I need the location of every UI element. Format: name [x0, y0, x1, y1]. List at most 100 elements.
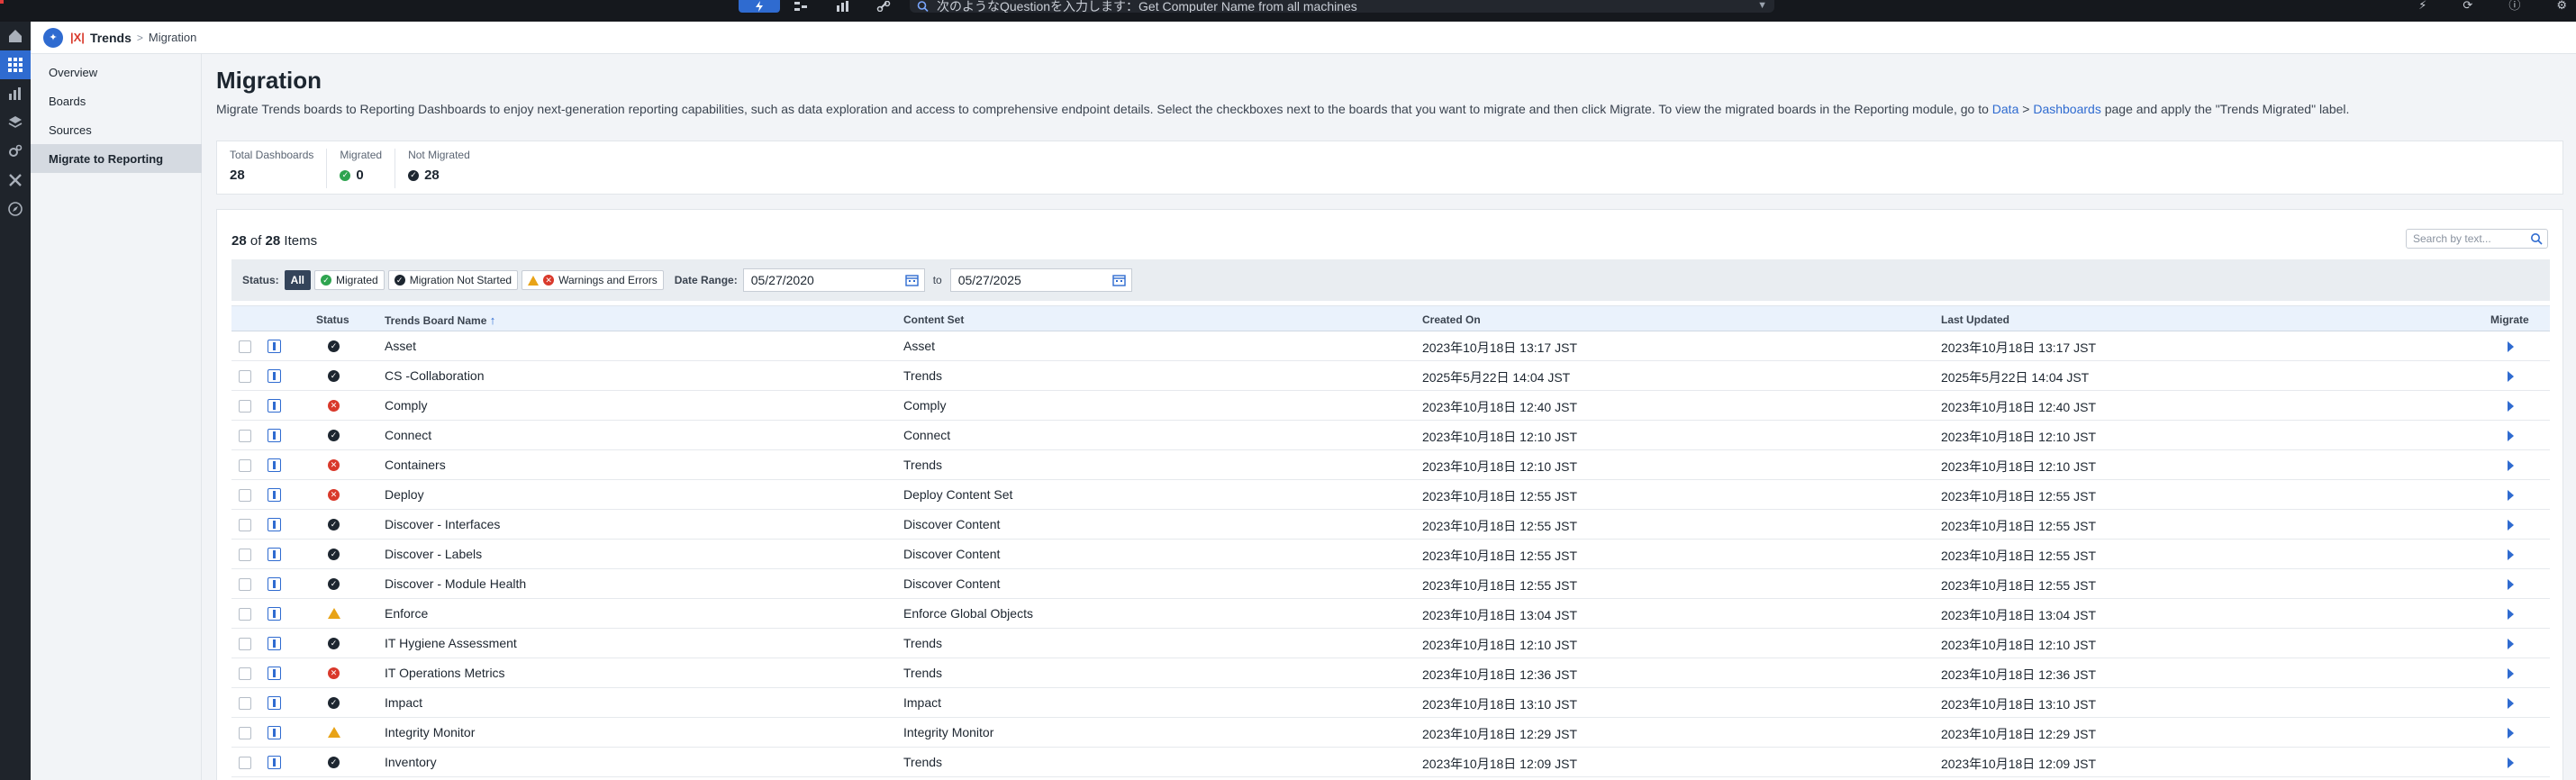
migrate-play-icon[interactable] [2508, 668, 2514, 679]
row-checkbox[interactable] [239, 697, 251, 710]
refresh-icon[interactable]: ⟳ [2463, 0, 2472, 11]
row-checkbox[interactable] [239, 667, 251, 680]
filter-not-started-chip[interactable]: ✓ Migration Not Started [387, 270, 519, 290]
row-checkbox[interactable] [239, 727, 251, 739]
row-checkbox[interactable] [239, 549, 251, 561]
migrate-play-icon[interactable] [2508, 371, 2514, 382]
mode-ask-button[interactable] [739, 0, 780, 13]
row-checkbox[interactable] [239, 757, 251, 769]
calendar-icon[interactable] [905, 274, 919, 286]
migrate-play-icon[interactable] [2508, 639, 2514, 649]
dashboards-link[interactable]: Dashboards [2033, 102, 2101, 116]
bolt-icon[interactable]: ⚡ [2418, 0, 2426, 11]
table-row[interactable]: ✓ Discover - Interfaces Discover Content 20… [231, 510, 2550, 540]
nav-item-boards[interactable]: Boards [31, 86, 202, 115]
home-icon[interactable] [0, 22, 31, 50]
mode-flow-button[interactable] [780, 0, 821, 13]
migrate-play-icon[interactable] [2508, 431, 2514, 441]
row-details-icon[interactable] [268, 637, 281, 650]
row-details-icon[interactable] [268, 458, 281, 472]
question-input[interactable]: 次のようなQuestionを入力します：Get Computer Name fr… [910, 0, 1774, 13]
col-name[interactable]: Trends Board Name ↑ [385, 313, 495, 327]
date-from-input[interactable]: 05/27/2020 [742, 268, 925, 292]
migrate-play-icon[interactable] [2508, 520, 2514, 531]
table-row[interactable]: ✓ Discover - Module Health Discover Conten… [231, 569, 2550, 599]
table-row[interactable]: ✓ IT Hygiene Assessment Trends 2023年10月18日 … [231, 629, 2550, 658]
col-updated[interactable]: Last Updated [1941, 313, 2009, 326]
col-created[interactable]: Created On [1422, 313, 1481, 326]
calendar-icon[interactable] [1112, 274, 1126, 286]
migrate-play-icon[interactable] [2508, 549, 2514, 560]
row-checkbox[interactable] [239, 489, 251, 502]
row-details-icon[interactable] [268, 399, 281, 413]
row-checkbox[interactable] [239, 578, 251, 591]
mode-chart-button[interactable] [821, 0, 863, 13]
row-details-icon[interactable] [268, 548, 281, 561]
table-row[interactable]: Integrity Monitor Integrity Monitor 2023年1… [231, 718, 2550, 748]
row-details-icon[interactable] [268, 429, 281, 442]
row-details-icon[interactable] [268, 518, 281, 531]
filter-migrated-chip[interactable]: ✓ Migrated [314, 270, 385, 290]
migrate-play-icon[interactable] [2508, 460, 2514, 471]
migrate-play-icon[interactable] [2508, 490, 2514, 501]
migrate-play-icon[interactable] [2508, 728, 2514, 739]
row-checkbox[interactable] [239, 370, 251, 383]
data-link[interactable]: Data [1992, 102, 2019, 116]
table-row[interactable]: ✓ Inventory Trends 2023年10月18日 12:09 JST 202… [231, 748, 2550, 777]
row-details-icon[interactable] [268, 340, 281, 353]
table-row[interactable]: ✕ IT Operations Metrics Trends 2023年10月18日 … [231, 658, 2550, 688]
chevron-down-icon[interactable]: ▼ [1757, 0, 1767, 11]
row-details-icon[interactable] [268, 577, 281, 591]
help-icon[interactable]: ⓘ [2508, 0, 2520, 11]
filter-warnings-chip[interactable]: ✕ Warnings and Errors [522, 270, 664, 290]
row-details-icon[interactable] [268, 696, 281, 710]
migrate-play-icon[interactable] [2508, 757, 2514, 768]
nav-item-overview[interactable]: Overview [31, 58, 202, 86]
migrate-play-icon[interactable] [2508, 341, 2514, 352]
mode-link-button[interactable] [863, 0, 904, 13]
table-row[interactable]: ✓ Connect Connect 2023年10月18日 12:10 JST 2023… [231, 421, 2550, 450]
compass-icon[interactable] [0, 195, 31, 223]
migrate-play-icon[interactable] [2508, 401, 2514, 412]
table-row[interactable]: ✓ Asset Asset 2023年10月18日 13:17 JST 2023年10月… [231, 331, 2550, 361]
row-checkbox[interactable] [239, 519, 251, 531]
table-row[interactable]: ✓ CS -Collaboration Trends 2025年5月22日 14:04… [231, 361, 2550, 391]
nav-item-sources[interactable]: Sources [31, 115, 202, 144]
nav-item-migrate-to-reporting[interactable]: Migrate to Reporting [31, 144, 202, 173]
module-name[interactable]: Trends [90, 31, 132, 45]
table-row[interactable]: ✓ Discover - Labels Discover Content 2023年1… [231, 540, 2550, 569]
row-details-icon[interactable] [268, 667, 281, 680]
row-checkbox[interactable] [239, 400, 251, 413]
row-checkbox[interactable] [239, 608, 251, 621]
search-input[interactable]: Search by text... [2406, 229, 2548, 249]
table-row[interactable]: ✕ Containers Trends 2023年10月18日 12:10 JST 20… [231, 450, 2550, 480]
layers-icon[interactable] [0, 108, 31, 137]
search-icon[interactable] [2530, 232, 2543, 245]
table-row[interactable]: ✕ Deploy Deploy Content Set 2023年10月18日 12:… [231, 480, 2550, 510]
table-row[interactable]: ✓ Impact Impact 2023年10月18日 13:10 JST 2023年1… [231, 688, 2550, 718]
row-details-icon[interactable] [268, 726, 281, 739]
modules-grid-icon[interactable] [0, 50, 31, 79]
row-details-icon[interactable] [268, 607, 281, 621]
window-close-dot[interactable] [0, 0, 4, 4]
row-details-icon[interactable] [268, 488, 281, 502]
col-content-set[interactable]: Content Set [903, 313, 964, 326]
filter-all-chip[interactable]: All [284, 270, 312, 290]
row-details-icon[interactable] [268, 756, 281, 769]
row-checkbox[interactable] [239, 638, 251, 650]
col-status[interactable]: Status [316, 313, 349, 326]
reporting-icon[interactable] [0, 79, 31, 108]
gears-icon[interactable] [0, 137, 31, 166]
tools-icon[interactable] [0, 166, 31, 195]
row-checkbox[interactable] [239, 459, 251, 472]
row-checkbox[interactable] [239, 340, 251, 353]
migrate-play-icon[interactable] [2508, 609, 2514, 620]
row-checkbox[interactable] [239, 430, 251, 442]
migrate-play-icon[interactable] [2508, 698, 2514, 709]
table-row[interactable]: ✕ Comply Comply 2023年10月18日 12:40 JST 2023年1… [231, 391, 2550, 421]
migrate-play-icon[interactable] [2508, 579, 2514, 590]
table-row[interactable]: Enforce Enforce Global Objects 2023年10月18日… [231, 599, 2550, 629]
row-details-icon[interactable] [268, 369, 281, 383]
settings-icon[interactable]: ⚙ [2556, 0, 2567, 11]
date-to-input[interactable]: 05/27/2025 [949, 268, 1132, 292]
